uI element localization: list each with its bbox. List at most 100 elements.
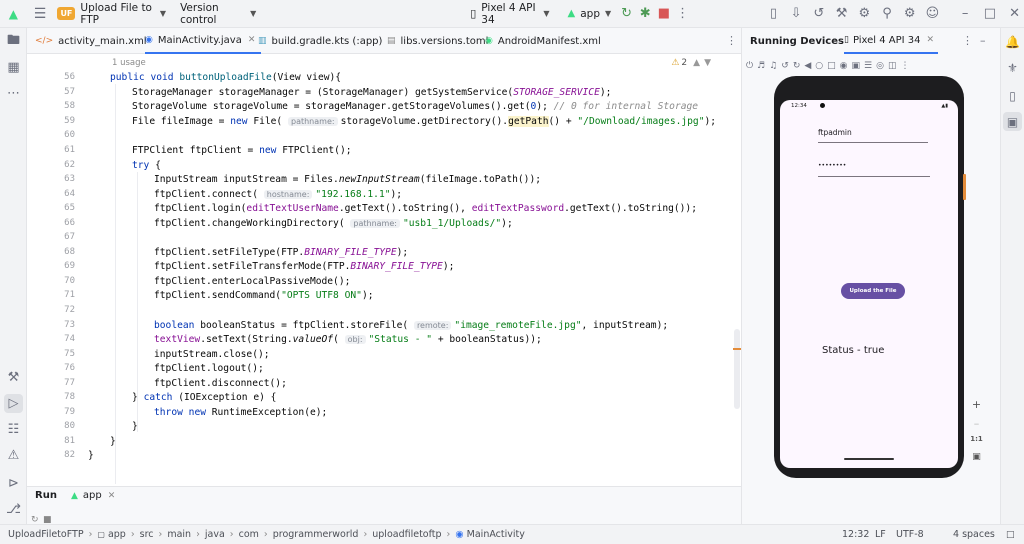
password-field[interactable]: •••••••• — [818, 162, 846, 169]
zoom-actual-size-button[interactable]: 1:1 — [967, 430, 986, 448]
debug-icon[interactable]: ✱ — [636, 3, 655, 25]
notifications-icon[interactable]: 🔔 — [1003, 32, 1022, 51]
power-icon[interactable]: ⏻ — [746, 61, 753, 71]
username-field[interactable]: ftpadmin — [818, 128, 852, 137]
upload-file-button[interactable]: Upload the File — [841, 283, 905, 299]
extended-controls-icon[interactable]: ☰ — [864, 61, 872, 71]
gradle-sync-icon[interactable]: ↺ — [809, 3, 828, 25]
breadcrumb-item[interactable]: app — [108, 529, 126, 540]
breadcrumb-item[interactable]: MainActivity — [467, 529, 525, 540]
snapshot-icon[interactable]: ◎ — [876, 61, 884, 71]
window-maximize-icon[interactable]: □ — [981, 3, 1000, 25]
logcat-icon[interactable]: ☷ — [4, 420, 23, 439]
profiler-icon[interactable]: ⚙ — [855, 3, 874, 25]
tab-build-gradle[interactable]: ▥ build.gradle.kts (:app) — [258, 28, 382, 54]
volume-down-icon[interactable]: ♫ — [769, 61, 777, 71]
file-encoding[interactable]: UTF-8 — [896, 529, 924, 540]
window-minimize-icon[interactable]: – — [956, 3, 975, 25]
editor-scrollbar[interactable] — [733, 54, 741, 486]
caret-position[interactable]: 12:32 — [842, 529, 869, 540]
volume-up-icon[interactable]: ♬ — [757, 61, 765, 71]
rotate-left-icon[interactable]: ↺ — [781, 61, 789, 71]
code-token: .setText(String. — [200, 334, 293, 345]
run-config-selector[interactable]: ▲ app ▼ — [568, 8, 612, 20]
tab-libs-versions-toml[interactable]: ▤ libs.versions.toml — [387, 28, 488, 54]
app-run-tab[interactable]: ▲ app ✕ — [71, 490, 115, 501]
close-tab-icon[interactable]: ✕ — [108, 491, 116, 501]
indent-setting[interactable]: 4 spaces — [953, 529, 995, 540]
window-close-icon[interactable]: ✕ — [1005, 3, 1024, 25]
close-tab-icon[interactable]: ✕ — [248, 35, 256, 45]
more-options-icon[interactable]: ⋮ — [901, 61, 910, 71]
run-tool-icon[interactable]: ▷ — [4, 394, 23, 413]
rerun-icon[interactable]: ↻ — [617, 3, 636, 25]
code-token: ); — [501, 218, 513, 229]
tab-overflow-icon[interactable]: ⋮ — [726, 34, 737, 47]
gradle-icon[interactable]: ⚜ — [1003, 58, 1022, 77]
version-control-icon[interactable]: ⎇ — [4, 500, 23, 519]
code-line-68: ftpClient.setFileType(FTP.BINARY_FILE_TY… — [154, 247, 408, 258]
search-icon[interactable]: ⚲ — [878, 3, 897, 25]
inspection-widget[interactable]: ⚠ 2 ▲ ▼ — [671, 58, 711, 68]
breadcrumb-item[interactable]: java — [205, 529, 225, 540]
panel-options-icon[interactable]: ⋮ — [962, 34, 973, 47]
phone-screen[interactable]: 12:34 ▲▮ ftpadmin •••••••• Upload the Fi… — [780, 100, 958, 468]
breadcrumb-item[interactable]: com — [239, 529, 259, 540]
structure-icon[interactable]: ▦ — [4, 58, 23, 77]
build-hammer-icon[interactable]: ⚒ — [4, 368, 23, 387]
panel-minimize-icon[interactable]: – — [980, 34, 986, 47]
code-token: File( — [253, 116, 283, 127]
scrollbar-thumb[interactable] — [734, 329, 740, 409]
zoom-fit-button[interactable]: ▣ — [967, 448, 986, 466]
line-separator[interactable]: LF — [875, 529, 886, 540]
settings-icon[interactable]: ⚙ — [900, 3, 919, 25]
device-manager-icon[interactable]: ▯ — [764, 3, 783, 25]
run-panel: Run ▲ app ✕ ↻ ■ — [27, 486, 741, 525]
code-token: ftpClient.login( — [154, 203, 247, 214]
back-icon[interactable]: ◀ — [804, 61, 811, 71]
more-tools-icon[interactable]: ⋯ — [4, 84, 23, 103]
lock-icon[interactable]: □ — [1006, 530, 1015, 540]
screen-record-icon[interactable]: ▣ — [852, 61, 861, 71]
breadcrumb-item[interactable]: src — [140, 529, 154, 540]
zoom-in-button[interactable]: + — [967, 395, 986, 413]
breadcrumb-item[interactable]: uploadfiletoftp — [372, 529, 441, 540]
tab-main-activity-java[interactable]: ◉ MainActivity.java ✕ — [145, 28, 262, 54]
rotate-right-icon[interactable]: ↻ — [793, 61, 801, 71]
chevron-down-icon[interactable]: ▼ — [704, 58, 711, 68]
build-icon[interactable]: ⚒ — [832, 3, 851, 25]
project-folder-icon[interactable]: 🖿 — [4, 32, 23, 51]
close-tab-icon[interactable]: ✕ — [927, 35, 935, 45]
running-devices-icon[interactable]: ▣ — [1003, 112, 1022, 131]
home-icon[interactable]: ○ — [815, 61, 823, 71]
run-tab[interactable]: Run — [35, 490, 57, 501]
screenshot-icon[interactable]: ◉ — [840, 61, 848, 71]
breadcrumb-separator-icon: › — [263, 529, 268, 540]
overview-icon[interactable]: □ — [827, 61, 836, 71]
breadcrumb-item[interactable]: main — [167, 529, 191, 540]
account-icon[interactable]: ☺ — [923, 3, 942, 25]
code-line-58: StorageVolume storageVolume = storageMan… — [132, 101, 698, 112]
tab-android-manifest[interactable]: ◉ AndroidManifest.xml — [485, 28, 601, 54]
code-token: new — [188, 407, 206, 418]
code-editor[interactable]: 56 57 58 59 60 61 62 63 64 65 66 67 68 69 70 71 72 73 74 75… — [27, 54, 741, 486]
breadcrumb-item[interactable]: UploadFiletoFTP — [8, 529, 84, 540]
main-menu-icon[interactable]: ☰ — [31, 3, 50, 25]
device-selector[interactable]: ▯ Pixel 4 API 34 ▼ — [470, 2, 549, 26]
line-number: 68 — [64, 247, 75, 257]
breadcrumb-item[interactable]: programmerworld — [273, 529, 359, 540]
project-selector[interactable]: UF Upload File to FTP ▼ — [57, 2, 166, 26]
sdk-manager-icon[interactable]: ⇩ — [787, 3, 806, 25]
problems-icon[interactable]: ⚠ — [4, 446, 23, 465]
device-tab[interactable]: ▯ Pixel 4 API 34 ✕ — [844, 28, 939, 54]
code-token: RuntimeException(e); — [206, 407, 328, 418]
code-token: ftpClient.logout(); — [154, 363, 264, 374]
version-control-menu[interactable]: Version control ▼ — [180, 2, 256, 26]
mirror-icon[interactable]: ◫ — [888, 61, 897, 71]
stop-icon[interactable]: ■ — [655, 3, 674, 25]
more-actions-icon[interactable]: ⋮ — [673, 3, 692, 25]
chevron-up-icon[interactable]: ▲ — [693, 58, 700, 68]
tab-activity-main-xml[interactable]: </> activity_main.xml — [35, 28, 147, 54]
device-manager-icon[interactable]: ▯ — [1003, 86, 1022, 105]
terminal-icon[interactable]: ⊳ — [4, 474, 23, 493]
